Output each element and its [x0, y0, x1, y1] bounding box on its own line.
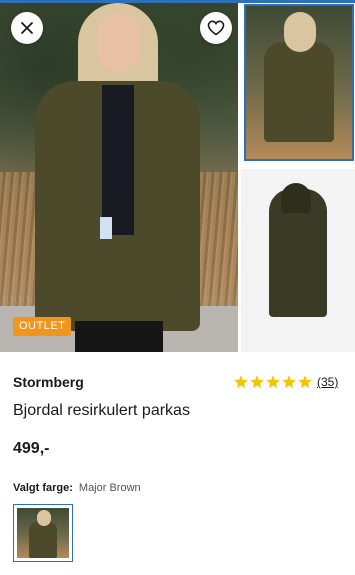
selected-color: Valgt farge: Major Brown [13, 482, 141, 494]
swatch-coat [29, 522, 57, 558]
rating[interactable]: (35) [233, 374, 338, 390]
swatch-image [17, 508, 69, 558]
close-icon [21, 22, 33, 34]
thumbnail-coat [264, 42, 334, 142]
thumbnail-selected-frame [244, 4, 354, 161]
model-face [98, 13, 140, 71]
favorite-button[interactable] [200, 12, 232, 44]
outlet-badge: OUTLET [13, 317, 72, 336]
product-info: Stormberg (35) Bjordal resirkulert parka… [0, 352, 355, 575]
thumbnail-product-hood [281, 183, 311, 213]
coat-reflector [100, 217, 112, 239]
brand-name[interactable]: Stormberg [13, 374, 84, 390]
star-icon [234, 375, 248, 388]
thumbnail-model[interactable] [241, 3, 355, 165]
swatch-hair [37, 510, 51, 526]
close-button[interactable] [11, 12, 43, 44]
image-gallery: OUTLET [0, 3, 355, 352]
star-icon [266, 375, 280, 388]
heart-outline-icon [207, 20, 225, 36]
color-swatch-major-brown[interactable] [13, 504, 73, 562]
star-rating [233, 374, 313, 390]
thumbnail-hair [284, 12, 316, 52]
color-label: Valgt farge: [13, 482, 73, 494]
model-inner-layer [102, 85, 134, 235]
star-icon [250, 375, 264, 388]
thumbnail-product[interactable] [241, 169, 355, 352]
star-icon [298, 375, 312, 388]
product-price: 499,- [13, 440, 50, 457]
color-value: Major Brown [78, 482, 141, 494]
model-legs [75, 321, 163, 352]
review-count-link[interactable]: (35) [317, 375, 338, 389]
product-title: Bjordal resirkulert parkas [13, 402, 190, 419]
main-product-image[interactable] [0, 3, 238, 352]
star-icon [282, 375, 296, 388]
model-figure [30, 3, 205, 352]
